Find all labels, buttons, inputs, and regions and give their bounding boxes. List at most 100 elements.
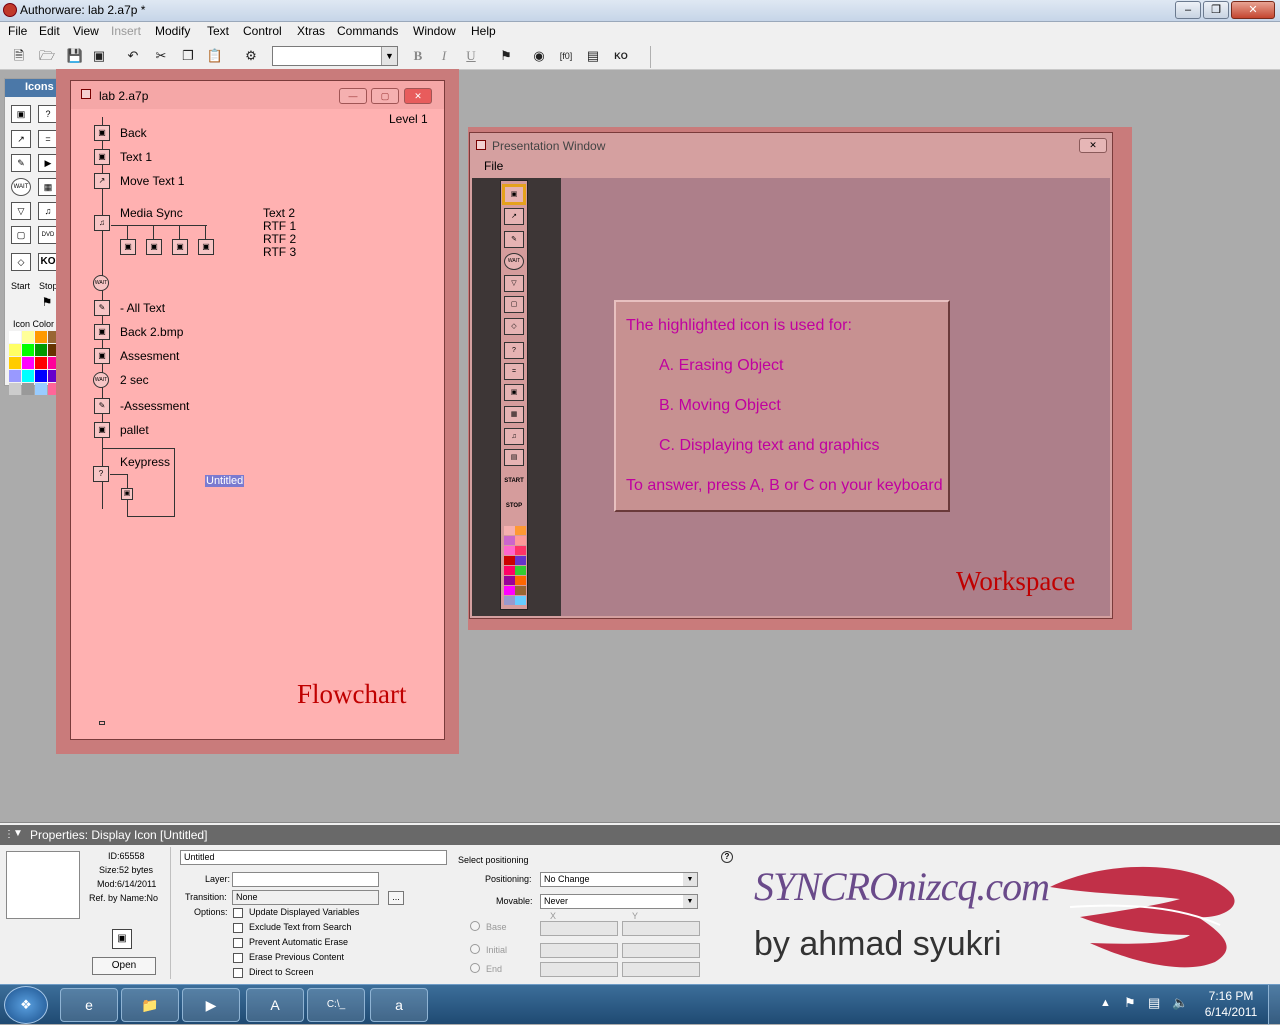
flow-icon-pallet[interactable]: ▣ xyxy=(94,422,110,438)
layer-field[interactable] xyxy=(232,872,379,887)
start-flag-label[interactable]: START xyxy=(504,474,524,491)
knowledge-objects-icon[interactable]: KO xyxy=(612,47,630,65)
icon-color-swatch[interactable] xyxy=(9,331,21,343)
copy-icon[interactable]: ❐ xyxy=(179,47,197,65)
sync-icon-rtf2[interactable]: ▣ xyxy=(172,239,188,255)
action-center-icon[interactable]: ⚑ xyxy=(1124,995,1136,1011)
calculation-icon[interactable]: = xyxy=(38,130,58,148)
flow-icon-untitled[interactable]: ▣ xyxy=(121,488,133,500)
presentation-color-swatch[interactable] xyxy=(515,586,526,595)
authorware-taskbar-icon[interactable]: a xyxy=(370,988,428,1022)
untitled-label-selected[interactable]: Untitled xyxy=(205,475,245,487)
presentation-close-button[interactable]: ✕ xyxy=(1079,138,1107,153)
knowledge-object-icon[interactable]: KO xyxy=(38,253,58,271)
text-style-select[interactable]: ▼ xyxy=(272,46,398,66)
navigate-icon[interactable]: ▽ xyxy=(504,275,524,292)
system-clock[interactable]: 7:16 PM 6/14/2011 xyxy=(1196,988,1266,1020)
presentation-color-swatch[interactable] xyxy=(515,536,526,545)
icon-color-swatch[interactable] xyxy=(9,344,21,356)
presentation-color-swatch[interactable] xyxy=(515,576,526,585)
erase-previous-checkbox[interactable] xyxy=(233,953,243,963)
end-y-field[interactable] xyxy=(622,962,700,977)
presentation-color-swatch[interactable] xyxy=(504,546,515,555)
presentation-color-swatch[interactable] xyxy=(515,566,526,575)
presentation-color-swatch[interactable] xyxy=(504,596,515,605)
motion-icon[interactable]: ↗ xyxy=(504,208,524,225)
menu-modify[interactable]: Modify xyxy=(155,24,190,38)
flow-icon-back2[interactable]: ▣ xyxy=(94,324,110,340)
menu-control[interactable]: Control xyxy=(243,24,282,38)
icon-color-swatch[interactable] xyxy=(35,357,47,369)
import-icon[interactable]: ▣ xyxy=(90,47,108,65)
base-radio[interactable] xyxy=(470,921,480,931)
erase-icon[interactable]: ✎ xyxy=(11,154,31,172)
menu-text[interactable]: Text xyxy=(207,24,229,38)
sync-icon-rtf1[interactable]: ▣ xyxy=(146,239,162,255)
flow-icon-move-text1[interactable]: ↗ xyxy=(94,173,110,189)
icon-color-swatch[interactable] xyxy=(22,331,34,343)
open-button[interactable]: Open xyxy=(92,957,156,975)
cut-icon[interactable]: ✂ xyxy=(152,47,170,65)
presentation-color-swatch[interactable] xyxy=(515,546,526,555)
direct-to-screen-checkbox[interactable] xyxy=(233,968,243,978)
presentation-color-swatch[interactable] xyxy=(504,576,515,585)
presentation-color-swatch[interactable] xyxy=(504,536,515,545)
icon-color-swatch[interactable] xyxy=(35,344,47,356)
interaction-icon[interactable]: ? xyxy=(504,342,524,359)
flowchart-minimize-button[interactable]: — xyxy=(339,88,367,104)
icon-color-swatch[interactable] xyxy=(35,383,47,395)
flow-icon-keypress[interactable]: ? xyxy=(93,466,109,482)
initial-x-field[interactable] xyxy=(540,943,618,958)
stop-flag-icon[interactable]: ⚑ xyxy=(37,294,57,312)
icon-color-swatch[interactable] xyxy=(22,357,34,369)
presentation-color-swatch[interactable] xyxy=(504,566,515,575)
framework-icon[interactable]: ▢ xyxy=(11,226,31,244)
decision-icon[interactable]: ◇ xyxy=(504,318,524,335)
sound-icon[interactable]: ♫ xyxy=(504,428,524,445)
base-y-field[interactable] xyxy=(622,921,700,936)
initial-radio[interactable] xyxy=(470,944,480,954)
display-icon[interactable]: ▣ xyxy=(11,105,31,123)
internet-explorer-icon[interactable]: e xyxy=(60,988,118,1022)
decision-icon[interactable]: ▽ xyxy=(11,202,31,220)
flow-icon-assesment[interactable]: ▣ xyxy=(94,348,110,364)
movie-icon[interactable]: ▦ xyxy=(504,406,524,423)
control-panel-icon[interactable]: ◉ xyxy=(530,47,548,65)
update-variables-checkbox[interactable] xyxy=(233,908,243,918)
command-prompt-icon[interactable]: C:\_ xyxy=(307,988,365,1022)
interaction-icon[interactable]: ? xyxy=(38,105,58,123)
prevent-erase-checkbox[interactable] xyxy=(233,938,243,948)
acrobat-icon[interactable]: A xyxy=(246,988,304,1022)
transition-more-button[interactable]: ... xyxy=(388,891,404,905)
flow-icon-text1[interactable]: ▣ xyxy=(94,149,110,165)
stop-flag-label[interactable]: STOP xyxy=(504,499,524,516)
functions-icon[interactable]: [f0] xyxy=(557,47,575,65)
presentation-color-swatch[interactable] xyxy=(504,556,515,565)
run-icon[interactable]: ⚑ xyxy=(497,47,515,65)
movable-select[interactable]: Never ▼ xyxy=(540,894,698,909)
icon-color-swatch[interactable] xyxy=(22,344,34,356)
menu-window[interactable]: Window xyxy=(413,24,456,38)
open-file-icon[interactable]: 🗁 xyxy=(38,47,56,65)
flow-icon-media-sync[interactable]: ♫ xyxy=(94,215,110,231)
icon-color-swatch[interactable] xyxy=(9,357,21,369)
presentation-color-swatch[interactable] xyxy=(515,526,526,535)
video-icon[interactable]: ▤ xyxy=(504,449,524,466)
wait-icon[interactable]: WAIT xyxy=(11,178,31,196)
menu-insert[interactable]: Insert xyxy=(111,24,141,38)
icon-color-swatch[interactable] xyxy=(22,370,34,382)
minimize-button[interactable]: – xyxy=(1175,1,1201,19)
close-button[interactable]: ✕ xyxy=(1231,1,1275,19)
flow-icon-back[interactable]: ▣ xyxy=(94,125,110,141)
new-file-icon[interactable]: 🗎 xyxy=(10,47,28,65)
maximize-button[interactable]: ❐ xyxy=(1203,1,1229,19)
exclude-text-checkbox[interactable] xyxy=(233,923,243,933)
start-orb-icon[interactable]: ❖ xyxy=(4,986,48,1024)
menu-xtras[interactable]: Xtras xyxy=(297,24,325,38)
movie-icon[interactable]: ▦ xyxy=(38,178,58,196)
initial-y-field[interactable] xyxy=(622,943,700,958)
save-all-icon[interactable]: 💾 xyxy=(66,47,84,65)
flowchart-maximize-button[interactable]: ▢ xyxy=(371,88,399,104)
presentation-color-swatch[interactable] xyxy=(504,526,515,535)
sync-icon-text2[interactable]: ▣ xyxy=(120,239,136,255)
